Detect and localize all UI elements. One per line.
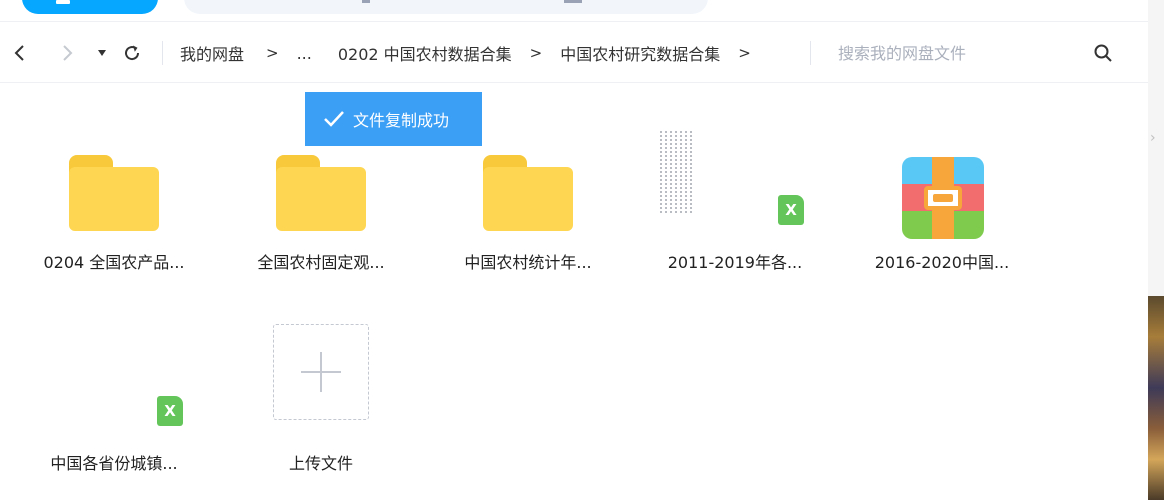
spreadsheet-preview	[660, 131, 694, 213]
breadcrumb-separator: >	[738, 44, 751, 62]
chevron-right-icon	[63, 45, 73, 61]
check-icon	[323, 110, 345, 128]
toast-message: 文件复制成功	[353, 111, 450, 130]
refresh-icon	[125, 45, 140, 61]
breadcrumb-item-root[interactable]: 我的网盘	[180, 41, 244, 65]
action-icon	[564, 0, 582, 3]
back-button[interactable]	[8, 41, 32, 65]
file-name: 2016-2020中国...	[874, 253, 1010, 272]
file-thumbnail	[19, 113, 209, 243]
upload-label: 上传文件	[288, 454, 353, 473]
folder-icon	[276, 155, 366, 231]
upload-dropzone[interactable]	[273, 324, 369, 420]
upload-file-tile[interactable]: 上传文件	[226, 314, 416, 474]
breadcrumb-item-parent[interactable]: 0202 中国农村数据合集	[338, 41, 512, 65]
file-thumbnail: X	[640, 113, 830, 243]
action-pill-bar[interactable]	[184, 0, 708, 14]
file-item-folder[interactable]: 0204 全国农产品...	[19, 113, 209, 273]
top-toolbar	[0, 0, 1148, 22]
search-input[interactable]	[838, 39, 1068, 67]
chevron-left-icon	[14, 45, 24, 61]
upload-icon	[56, 0, 70, 4]
toast-notification: 文件复制成功	[305, 92, 482, 146]
navigation-bar: 我的网盘 > ... 0202 中国农村数据合集 > 中国农村研究数据合集 >	[0, 22, 1148, 83]
breadcrumb: 我的网盘 > ... 0202 中国农村数据合集 > 中国农村研究数据合集 >	[180, 40, 751, 66]
breadcrumb-separator: >	[266, 44, 279, 62]
action-icon	[362, 0, 370, 3]
search-button[interactable]	[1091, 41, 1115, 65]
search-divider	[810, 41, 811, 65]
breadcrumb-item-current[interactable]: 中国农村研究数据合集	[560, 41, 720, 65]
refresh-button[interactable]	[120, 41, 144, 65]
file-thumbnail: X	[19, 314, 209, 444]
zip-archive-icon	[902, 157, 984, 239]
folder-icon	[69, 155, 159, 231]
forward-button[interactable]	[55, 41, 79, 65]
excel-icon: X	[157, 396, 183, 426]
file-name: 全国农村固定观...	[257, 253, 385, 272]
file-name: 中国农村统计年...	[464, 253, 592, 272]
search-icon	[1094, 44, 1112, 62]
plus-icon	[301, 352, 341, 392]
file-item-spreadsheet[interactable]: X 中国各省份城镇...	[19, 314, 209, 474]
breadcrumb-item-ellipsis[interactable]: ...	[297, 44, 312, 63]
excel-icon: X	[778, 195, 804, 225]
background-image-fragment	[1148, 296, 1164, 500]
file-thumbnail	[226, 314, 416, 444]
history-dropdown-button[interactable]	[90, 41, 114, 65]
file-thumbnail	[847, 113, 1037, 243]
nav-divider	[162, 41, 163, 65]
breadcrumb-separator: >	[529, 44, 543, 62]
file-name: 2011-2019年各...	[667, 253, 803, 272]
file-name: 中国各省份城镇...	[50, 454, 178, 473]
caret-down-icon	[98, 50, 106, 56]
file-item-spreadsheet[interactable]: X 2011-2019年各...	[640, 113, 830, 273]
folder-icon	[483, 155, 573, 231]
chevron-right-icon: ›	[1150, 130, 1156, 146]
file-item-archive[interactable]: 2016-2020中国...	[847, 113, 1037, 273]
netdisk-window: 我的网盘 > ... 0202 中国农村数据合集 > 中国农村研究数据合集 > …	[0, 0, 1164, 500]
file-name: 0204 全国农产品...	[43, 253, 185, 272]
upload-pill-button[interactable]	[22, 0, 158, 14]
